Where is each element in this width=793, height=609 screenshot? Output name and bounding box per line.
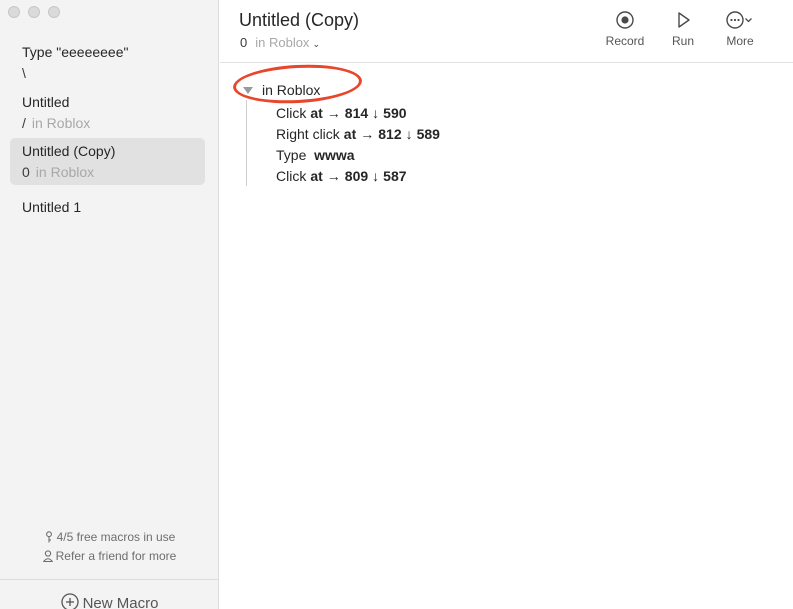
step-keyword: at [343,126,357,142]
plus-circle-icon [60,593,79,609]
sidebar: Type "eeeeeeee" \ Untitled / in Roblox Un… [0,0,219,609]
step-y-value: 589 [416,126,440,142]
record-label: Record [605,34,645,48]
macro-title: Untitled [22,94,70,110]
macro-list-item[interactable]: Untitled 1 [10,194,205,220]
trigger-count: 0 [240,35,248,50]
macro-subtitle: 0 in Roblox [22,163,193,181]
minimize-window-button[interactable] [28,6,40,18]
free-macros-info: 4/5 free macros in use [0,529,219,545]
macro-title: Untitled (Copy) [22,143,116,159]
new-macro-label: New Macro [82,595,159,609]
group-tree-line [246,100,247,186]
macro-app: in Roblox [31,115,91,131]
step-x-value: 809 [344,168,369,184]
record-icon [616,11,634,29]
app-scope: in Roblox [255,35,310,50]
arrow-right-icon: → [360,126,375,142]
person-icon [42,550,53,562]
step-x-value: 814 [344,105,369,121]
close-window-button[interactable] [8,6,20,18]
step-action: Right click [276,126,340,142]
macro-trigger-symbol: 0 [22,164,30,180]
macro-list-item[interactable]: Type "eeeeeeee" \ [10,39,205,86]
step-y-value: 590 [383,105,407,121]
step-keyword: at [310,105,323,121]
step-x-value: 812 [378,126,402,142]
step-action: Type [276,147,307,163]
refer-friend-link[interactable]: Refer a friend for more [0,548,219,564]
macro-subtitle: / in Roblox [22,114,193,132]
record-button[interactable]: Record [595,10,655,48]
step-keyword: at [310,168,323,184]
macro-title: Untitled 1 [22,199,82,215]
play-icon [678,12,690,28]
zoom-window-button[interactable] [48,6,60,18]
group-app-name: Roblox [276,82,321,98]
macro-list-item-selected[interactable]: Untitled (Copy) 0 in Roblox [10,138,205,185]
app-group-header[interactable]: in Roblox [243,82,320,98]
arrow-right-icon: → [326,168,341,184]
more-button[interactable]: More [710,10,770,48]
step-row[interactable]: Type wwwa [276,146,355,164]
macro-name-title[interactable]: Untitled (Copy) [239,10,359,31]
step-y-value: 587 [383,168,407,184]
ellipsis-circle-icon [726,11,752,29]
sidebar-divider [0,579,219,580]
arrow-down-icon: ↓ [372,168,380,184]
step-row[interactable]: Right click at → 812 ↓ 589 [276,125,440,143]
step-action: Click [276,168,307,184]
macro-app: in Roblox [35,164,95,180]
step-row[interactable]: Click at → 814 ↓ 590 [276,104,407,122]
arrow-down-icon: ↓ [405,126,413,142]
run-button[interactable]: Run [653,10,713,48]
trigger-app-selector[interactable]: 0 in Roblox ⌄ [240,35,320,50]
macro-header: Untitled (Copy) 0 in Roblox ⌄ Record Run M… [220,0,793,63]
window-controls [8,6,60,18]
arrow-right-icon: → [326,105,341,121]
free-macros-text: 4/5 free macros in use [56,530,176,544]
macro-trigger-symbol: \ [22,65,26,81]
step-row[interactable]: Click at → 809 ↓ 587 [276,167,407,185]
macro-list-item[interactable]: Untitled / in Roblox [10,89,205,136]
macro-trigger-symbol: / [22,115,26,131]
new-macro-button[interactable]: New Macro [0,593,219,609]
refer-friend-text: Refer a friend for more [55,549,177,563]
macro-steps-area: in Roblox Click at → 814 ↓ 590 Right click at →… [220,61,793,609]
more-label: More [726,34,754,48]
chevron-down-icon: ⌄ [312,39,320,49]
key-icon [45,531,52,543]
disclosure-triangle-icon[interactable] [243,87,253,94]
step-action: Click [276,105,307,121]
step-type-value: wwwa [314,147,355,163]
arrow-down-icon: ↓ [372,105,380,121]
run-label: Run [671,34,694,48]
group-in-label: in [262,82,273,98]
macro-title: Type "eeeeeeee" [22,44,129,60]
macro-subtitle: \ [22,64,193,82]
